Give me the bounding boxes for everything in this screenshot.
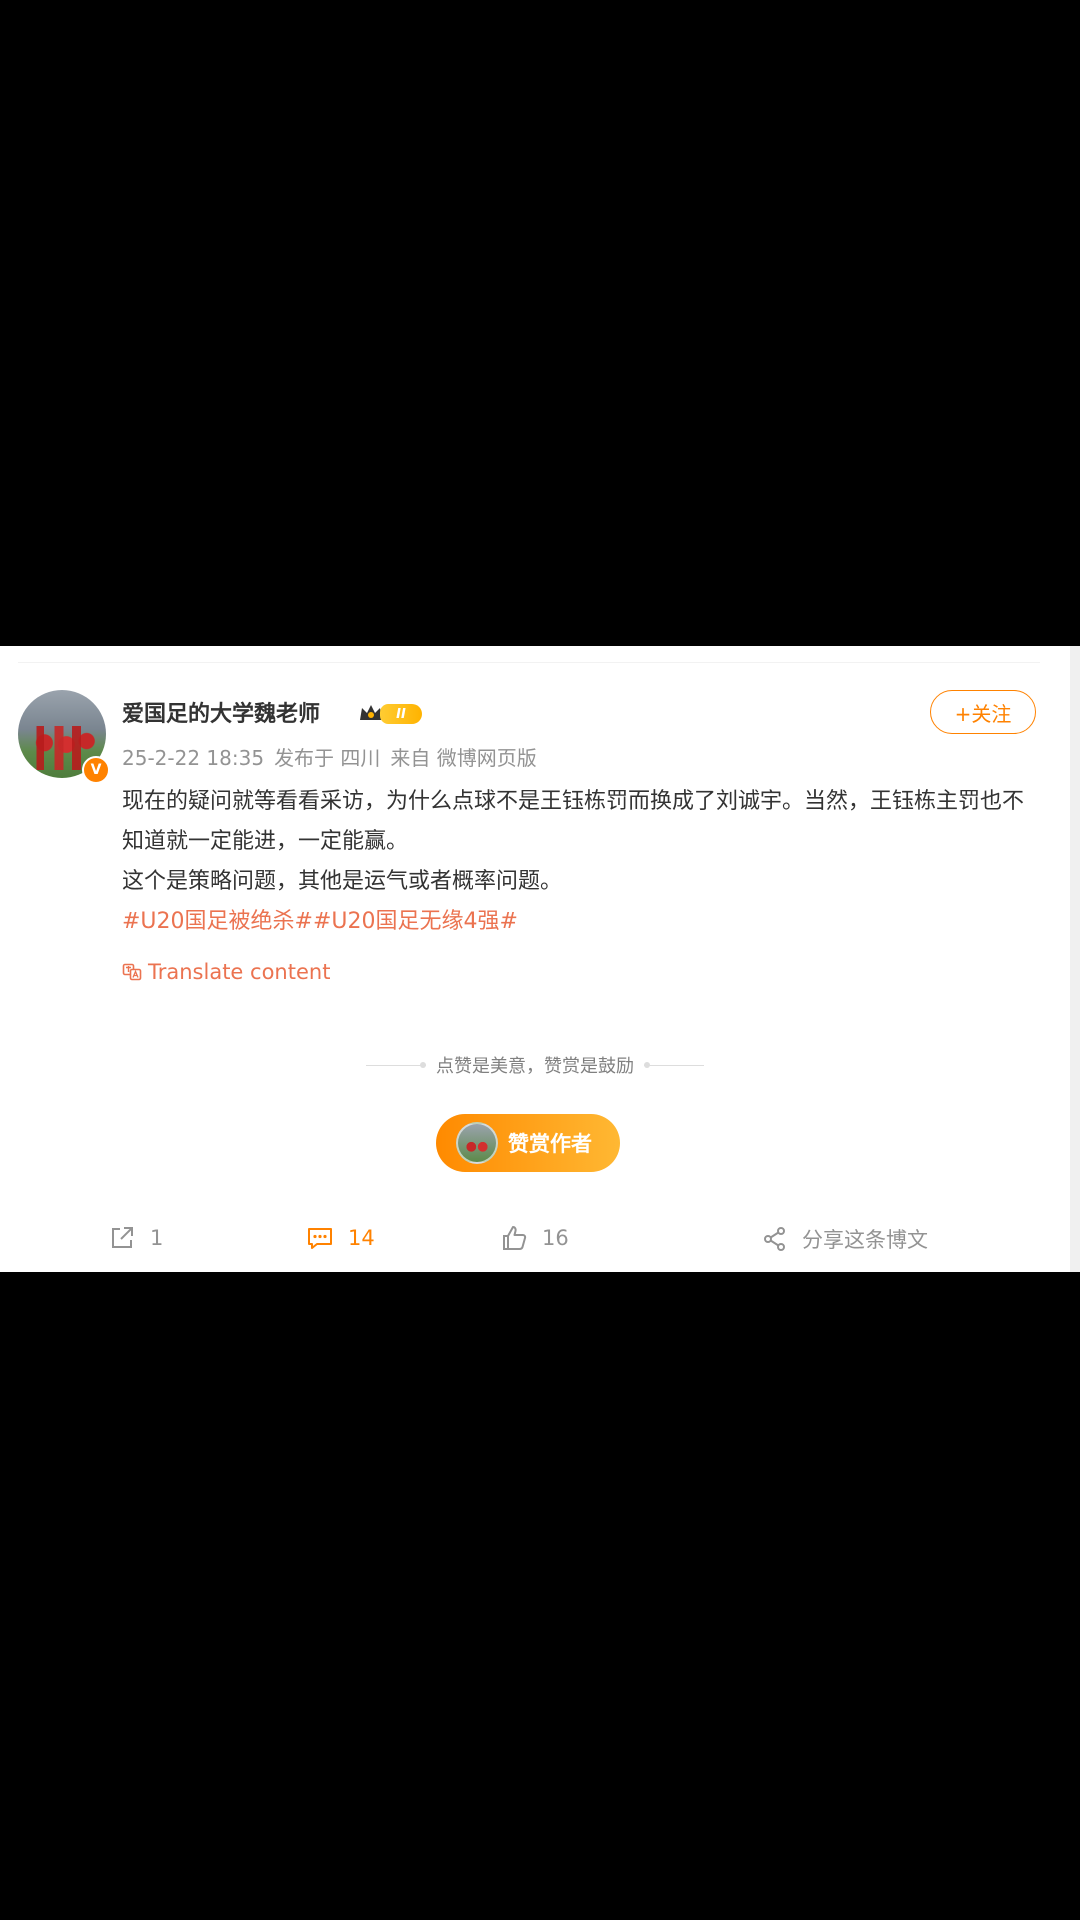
like-icon bbox=[503, 1226, 527, 1250]
like-button[interactable]: 16 bbox=[500, 1224, 569, 1252]
topic-tags: #U20国足被绝杀##U20国足无缘4强# bbox=[122, 902, 1040, 942]
divider bbox=[366, 1061, 426, 1068]
post-content: 现在的疑问就等看看采访，为什么点球不是王钰栋罚而换成了刘诚宇。当然，王钰栋主罚也… bbox=[122, 782, 1040, 942]
author-name[interactable]: 爱国足的大学魏老师 bbox=[122, 696, 320, 728]
verified-badge: V bbox=[82, 756, 110, 784]
reward-author-button[interactable]: 赞赏作者 bbox=[436, 1114, 620, 1172]
post-location: 发布于 四川 bbox=[274, 746, 381, 770]
translate-label: Translate content bbox=[148, 960, 331, 984]
post-text-line: 现在的疑问就等看看采访，为什么点球不是王钰栋罚而换成了刘诚宇。当然，王钰栋主罚也… bbox=[122, 789, 1025, 854]
like-count: 16 bbox=[542, 1226, 569, 1250]
share-icon bbox=[764, 1227, 785, 1251]
share-button[interactable]: 分享这条博文 bbox=[762, 1224, 928, 1254]
translate-icon bbox=[122, 963, 142, 981]
reward-hint: 点赞是美意，赞赏是鼓励 bbox=[0, 1052, 1070, 1078]
post-timestamp[interactable]: 25-2-22 18:35 bbox=[122, 746, 264, 770]
divider bbox=[644, 1061, 704, 1068]
scrollbar[interactable] bbox=[1070, 646, 1080, 1272]
topic-link[interactable]: #U20国足被绝杀# bbox=[122, 909, 313, 934]
comment-count: 14 bbox=[348, 1226, 375, 1250]
translate-link[interactable]: Translate content bbox=[122, 960, 330, 984]
repost-button[interactable]: 1 bbox=[108, 1224, 163, 1252]
repost-count: 1 bbox=[150, 1226, 164, 1250]
post-text-line: 这个是策略问题，其他是运气或者概率问题。 bbox=[122, 869, 563, 894]
action-bar: 1 14 16 分享这条博文 bbox=[0, 1224, 1070, 1268]
reward-hint-text: 点赞是美意，赞赏是鼓励 bbox=[436, 1056, 634, 1077]
author-avatar-mini bbox=[456, 1122, 498, 1164]
post-source: 来自 微博网页版 bbox=[390, 746, 537, 770]
divider bbox=[18, 662, 1040, 663]
share-label: 分享这条博文 bbox=[802, 1228, 928, 1252]
level-badge[interactable]: II bbox=[380, 704, 422, 724]
topic-link[interactable]: #U20国足无缘4强# bbox=[313, 909, 518, 934]
reward-button-label: 赞赏作者 bbox=[508, 1132, 592, 1156]
repost-icon bbox=[112, 1227, 133, 1248]
weibo-post-card: V 爱国足的大学魏老师 II 25-2-22 18:35 发布于 四川 来自 微博网… bbox=[0, 646, 1080, 1272]
post-meta: 25-2-22 18:35 发布于 四川 来自 微博网页版 bbox=[122, 742, 547, 771]
comment-button[interactable]: 14 bbox=[306, 1224, 375, 1252]
follow-button[interactable]: +关注 bbox=[930, 690, 1036, 734]
comment-icon bbox=[308, 1228, 332, 1249]
